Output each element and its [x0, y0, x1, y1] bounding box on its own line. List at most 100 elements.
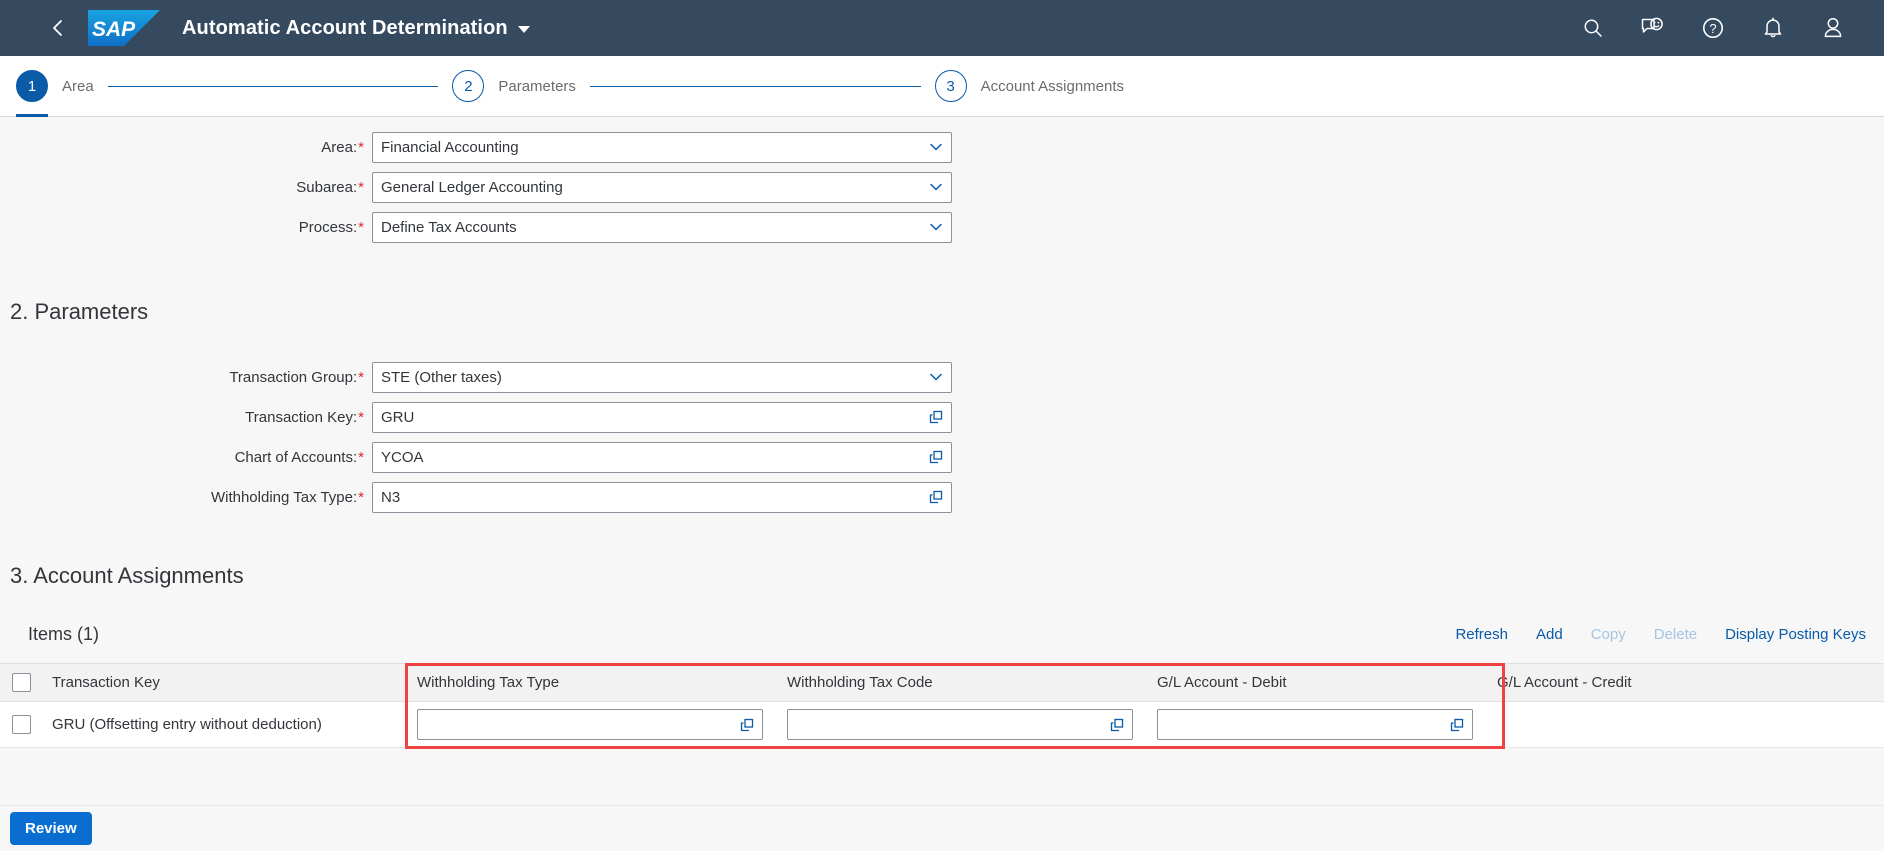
account-assignments-table: Transaction Key Withholding Tax Type Wit…: [0, 663, 1884, 748]
column-header-gl-account-credit[interactable]: G/L Account - Credit: [1485, 663, 1884, 702]
value-help-icon[interactable]: [921, 483, 951, 512]
wizard-connector-2: [589, 85, 921, 87]
svg-text:SAP: SAP: [92, 18, 136, 41]
help-icon[interactable]: ?: [1694, 9, 1732, 47]
chevron-down-icon[interactable]: [921, 133, 951, 162]
svg-text:?: ?: [1709, 21, 1716, 36]
label-area: Area:*: [0, 139, 372, 156]
value-help-icon[interactable]: [732, 710, 762, 739]
input-row-withholding-tax-type[interactable]: [417, 709, 763, 740]
wizard-step-2-number[interactable]: 2: [452, 70, 485, 102]
column-header-gl-account-debit[interactable]: G/L Account - Debit: [1145, 663, 1485, 702]
label-transaction-key: Transaction Key:*: [0, 409, 372, 426]
value-help-icon[interactable]: [1442, 710, 1472, 739]
input-transaction-key[interactable]: GRU: [372, 401, 952, 433]
field-row-withholding-tax-type: Withholding Tax Type:* N3: [0, 477, 1884, 517]
assignments-section-title: 3. Account Assignments: [10, 563, 244, 588]
page-footer: Review: [0, 805, 1884, 851]
user-icon[interactable]: [1814, 9, 1852, 47]
label-chart-of-accounts-text: Chart of Accounts:: [234, 448, 358, 466]
field-row-chart-of-accounts: Chart of Accounts:* YCOA: [0, 437, 1884, 477]
back-button[interactable]: [40, 10, 76, 46]
wizard-step-2-label[interactable]: Parameters: [498, 78, 576, 95]
chevron-down-icon[interactable]: [921, 363, 951, 392]
column-header-transaction-key[interactable]: Transaction Key: [40, 663, 405, 702]
sap-logo[interactable]: SAP: [88, 10, 160, 46]
cell-transaction-key: GRU (Offsetting entry without deduction): [40, 701, 405, 748]
required-indicator: *: [358, 368, 364, 386]
label-process-text: Process:: [298, 218, 358, 236]
copy-button: Copy: [1590, 625, 1626, 643]
items-toolbar: Items (1) Refresh Add Copy Delete Displa…: [0, 617, 1884, 651]
row-select-cell: [0, 701, 40, 748]
input-withholding-tax-type[interactable]: N3: [372, 481, 952, 513]
field-row-area: Area:* Financial Accounting: [0, 127, 1884, 167]
label-process: Process:*: [0, 219, 372, 236]
parameters-section-form: Transaction Group:* STE (Other taxes) Tr…: [0, 325, 1884, 517]
field-row-transaction-group: Transaction Group:* STE (Other taxes): [0, 357, 1884, 397]
select-transaction-group-value: STE (Other taxes): [381, 368, 502, 386]
table-header-row: Transaction Key Withholding Tax Type Wit…: [0, 663, 1884, 702]
chevron-down-icon: [517, 26, 530, 33]
value-help-icon[interactable]: [1102, 710, 1132, 739]
chevron-left-icon: [53, 20, 62, 36]
bell-icon[interactable]: [1754, 9, 1792, 47]
app-title: Automatic Account Determination: [182, 16, 508, 39]
label-subarea: Subarea:*: [0, 179, 372, 196]
chevron-down-icon[interactable]: [921, 213, 951, 242]
cell-gl-account-credit: [1485, 701, 1884, 748]
wizard-step-2[interactable]: 2 Parameters: [452, 70, 576, 102]
input-withholding-tax-type-value: N3: [381, 488, 401, 506]
wizard-step-1-number[interactable]: 1: [16, 70, 48, 102]
cell-gl-account-debit: [1145, 701, 1485, 748]
refresh-button[interactable]: Refresh: [1455, 626, 1508, 643]
select-all-checkbox[interactable]: [12, 673, 31, 692]
required-indicator: *: [358, 448, 364, 466]
table-action-group: Refresh Add Copy Delete Display Posting …: [1455, 626, 1866, 643]
input-chart-of-accounts-value: YCOA: [381, 448, 424, 466]
select-process-value: Define Tax Accounts: [381, 218, 517, 236]
select-subarea[interactable]: General Ledger Accounting: [372, 171, 952, 203]
input-chart-of-accounts[interactable]: YCOA: [372, 441, 952, 473]
search-icon[interactable]: [1574, 9, 1612, 47]
wizard-progress-navigator: 1 Area 2 Parameters 3 Account Assignment…: [0, 56, 1884, 117]
label-withholding-tax-type: Withholding Tax Type:*: [0, 489, 372, 506]
select-area-value: Financial Accounting: [381, 138, 519, 156]
row-checkbox[interactable]: [12, 715, 31, 734]
add-button[interactable]: Add: [1536, 626, 1563, 643]
wizard-step-1-label[interactable]: Area: [62, 78, 94, 95]
label-withholding-tax-type-text: Withholding Tax Type:: [210, 488, 358, 506]
label-area-text: Area:: [321, 138, 358, 156]
wizard-step-3[interactable]: 3 Account Assignments: [934, 70, 1124, 102]
required-indicator: *: [358, 218, 364, 236]
select-process[interactable]: Define Tax Accounts: [372, 211, 952, 243]
select-area[interactable]: Financial Accounting: [372, 131, 952, 163]
field-row-process: Process:* Define Tax Accounts: [0, 207, 1884, 247]
label-transaction-key-text: Transaction Key:: [245, 408, 358, 426]
required-indicator: *: [358, 138, 364, 156]
value-help-icon[interactable]: [921, 443, 951, 472]
value-help-icon[interactable]: [921, 403, 951, 432]
app-title-menu[interactable]: Automatic Account Determination: [182, 17, 530, 40]
wizard-step-3-number[interactable]: 3: [934, 70, 967, 102]
table-row[interactable]: GRU (Offsetting entry without deduction): [0, 701, 1884, 748]
input-row-withholding-tax-code[interactable]: [787, 709, 1133, 740]
wizard-step-3-label[interactable]: Account Assignments: [981, 78, 1124, 95]
chevron-down-icon[interactable]: [921, 173, 951, 202]
input-row-gl-account-debit[interactable]: [1157, 709, 1473, 740]
display-posting-keys-button[interactable]: Display Posting Keys: [1725, 626, 1866, 643]
column-header-withholding-tax-code[interactable]: Withholding Tax Code: [775, 663, 1145, 702]
select-all-cell: [0, 663, 40, 702]
area-section-form: Area:* Financial Accounting Subarea:* Ge…: [0, 117, 1884, 247]
required-indicator: *: [358, 178, 364, 196]
feedback-icon[interactable]: [1634, 9, 1672, 47]
required-indicator: *: [358, 408, 364, 426]
page-content: Area:* Financial Accounting Subarea:* Ge…: [0, 117, 1884, 851]
column-header-withholding-tax-type[interactable]: Withholding Tax Type: [405, 663, 775, 702]
review-button[interactable]: Review: [10, 812, 92, 845]
wizard-step-1[interactable]: 1 Area: [16, 70, 94, 102]
shell-actions: ?: [1574, 9, 1870, 47]
select-transaction-group[interactable]: STE (Other taxes): [372, 361, 952, 393]
wizard-connector-1: [107, 85, 439, 87]
sap-logo-icon: SAP: [88, 10, 160, 46]
